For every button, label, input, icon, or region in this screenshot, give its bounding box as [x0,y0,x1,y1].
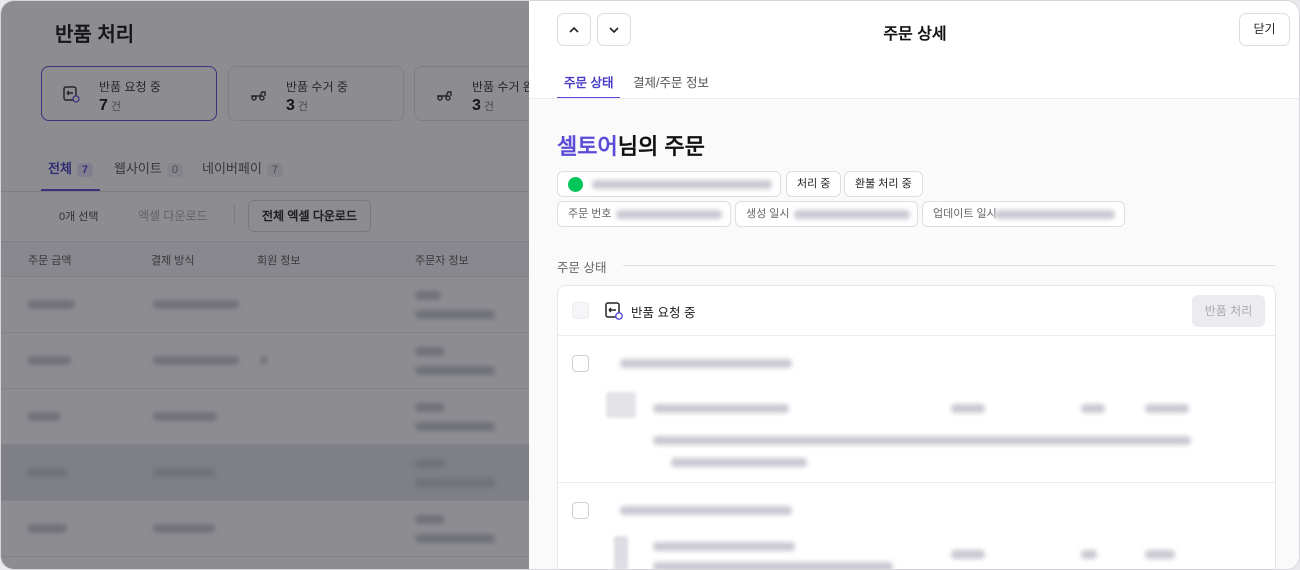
status-chip-processing: 처리 중 [786,171,842,197]
card-title: 반품 요청 중 [631,306,696,320]
return-request-icon [605,302,623,320]
product-thumbnail [614,536,628,569]
item-checkbox[interactable] [572,355,589,372]
customer-name: 셀토어 [557,134,618,159]
payment-channel-chip [557,171,781,197]
order-title: 셀토어님의 주문 [557,134,705,159]
section-divider [623,265,1275,266]
close-button[interactable]: 닫기 [1239,13,1290,46]
item-checkbox[interactable] [572,502,589,519]
item-divider [558,482,1275,483]
modal-backdrop[interactable] [1,1,529,569]
created-at-chip: 생성 일시 [735,201,918,227]
card-header: 반품 요청 중 반품 처리 [558,286,1275,336]
app-window: 반품 처리 반품 요청 중 7건 반품 수거 중 3건 반품 수거 완 3건 전… [0,0,1300,570]
section-title: 주문 상태 [557,261,607,275]
process-return-button[interactable]: 반품 처리 [1192,295,1265,327]
product-thumbnail [606,392,636,418]
select-all-checkbox[interactable] [572,302,589,319]
naverpay-icon [568,177,583,192]
updated-at-chip: 업데이트 일시 [922,201,1125,227]
status-chip-refund: 환불 처리 중 [844,171,923,197]
order-number-chip: 주문 번호 [557,201,731,227]
panel-title: 주문 상세 [883,26,947,43]
tab-order-status[interactable]: 주문 상태 [557,72,621,99]
tab-payment-order-info[interactable]: 결제/주문 정보 [633,72,709,99]
return-request-card: 반품 요청 중 반품 처리 [557,285,1276,569]
order-detail-panel: 주문 상세 닫기 주문 상태 결제/주문 정보 셀토어님의 주문 처리 중 환불… [529,1,1299,569]
